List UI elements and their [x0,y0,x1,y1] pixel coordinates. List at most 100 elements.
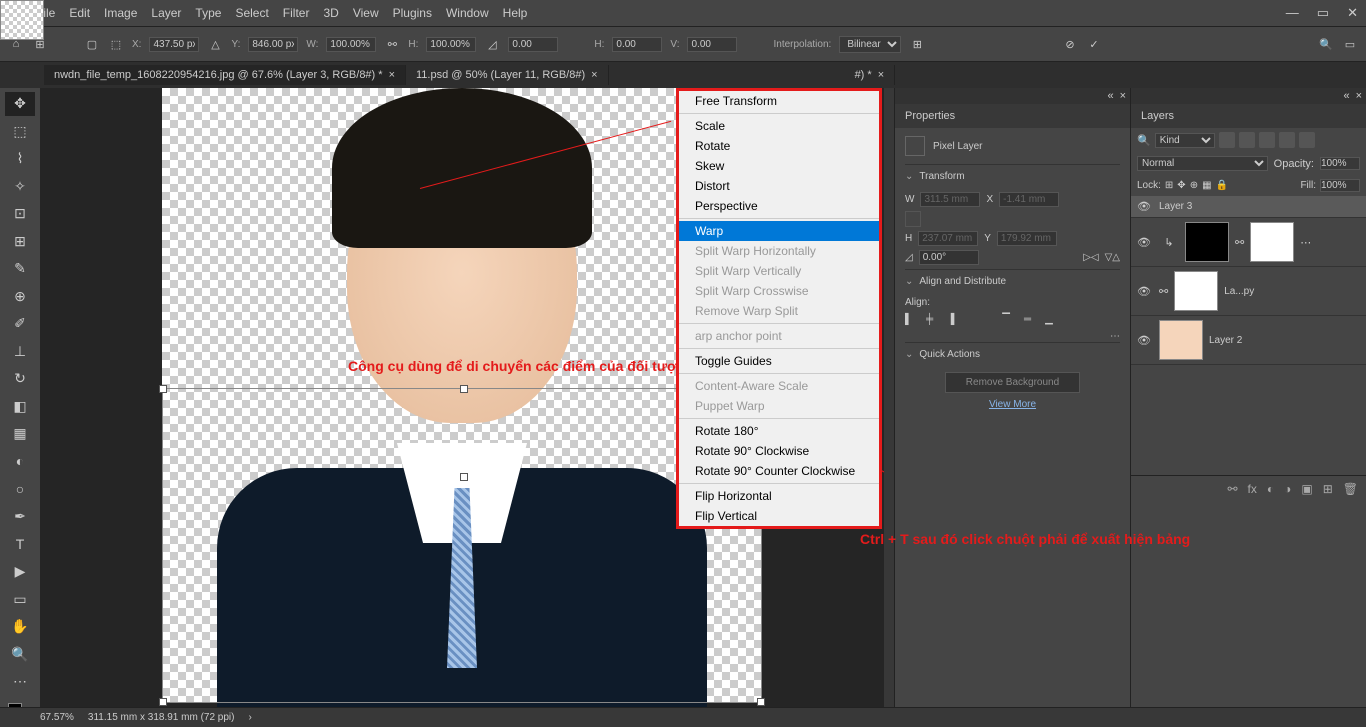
mask-link-icon[interactable]: ⚯ [1235,236,1244,249]
menu-edit[interactable]: Edit [69,6,90,20]
mask-thumb[interactable] [1174,271,1218,311]
cm-warp[interactable]: Warp [679,221,879,241]
y-input[interactable] [248,37,298,52]
align-center-h-icon[interactable]: ╪ [926,314,933,325]
filter-type-icon[interactable] [1259,132,1275,148]
menu-help[interactable]: Help [503,6,528,20]
status-chevron-icon[interactable]: › [248,712,251,723]
visibility-icon[interactable]: 👁 [1137,200,1153,213]
type-tool[interactable]: T [5,532,35,556]
brush-tool[interactable]: ✐ [5,312,35,336]
blur-tool[interactable]: ◐ [5,450,35,474]
h-input[interactable] [426,37,476,52]
fx-icon[interactable]: fx [1248,482,1257,496]
cm-distort[interactable]: Distort [679,176,879,196]
layer-item[interactable]: 👁 ⚯ La...py [1131,267,1366,316]
filter-adjust-icon[interactable] [1239,132,1255,148]
cm-rotate[interactable]: Rotate [679,136,879,156]
cm-rotate-90-ccw[interactable]: Rotate 90° Counter Clockwise [679,461,879,481]
adjustment-icon[interactable]: ◑ [1284,482,1291,496]
align-bottom-icon[interactable]: ▁ [1045,314,1053,325]
flip-h-icon[interactable]: ▷◁ [1083,252,1098,263]
filter-kind[interactable]: Kind [1155,133,1215,148]
cm-skew[interactable]: Skew [679,156,879,176]
visibility-icon[interactable]: 👁 [1137,236,1153,249]
layer-name[interactable]: Layer 3 [1159,201,1192,212]
link-icon[interactable]: ⚯ [384,36,400,52]
history-brush-tool[interactable]: ↻ [5,367,35,391]
layer-item[interactable]: 👁 Layer 3 [1131,196,1366,218]
healing-tool[interactable]: ⊕ [5,285,35,309]
cm-rotate-180[interactable]: Rotate 180° [679,421,879,441]
blend-mode[interactable]: Normal [1137,156,1268,171]
swap-icon[interactable]: △ [207,36,223,52]
collapse-icon[interactable]: « [1343,90,1349,102]
cm-flip-horizontal[interactable]: Flip Horizontal [679,486,879,506]
layer-name[interactable]: La...py [1224,286,1254,297]
search-icon[interactable]: 🔍 [1318,36,1334,52]
filter-shape-icon[interactable] [1279,132,1295,148]
mask-link-icon[interactable]: ⚯ [1159,285,1168,298]
layer-name[interactable]: Layer 2 [1209,335,1242,346]
minimize-icon[interactable]: — [1286,5,1299,21]
layer-thumb[interactable] [1185,222,1229,262]
tab-document-2[interactable]: 11.psd @ 50% (Layer 11, RGB/8#)× [406,65,609,85]
link-layers-icon[interactable]: ⚯ [1227,482,1237,496]
prop-w[interactable] [920,192,980,207]
lock-all-icon[interactable]: ⊞ [1165,180,1173,191]
remove-background-button[interactable]: Remove Background [945,372,1080,393]
align-right-icon[interactable]: ▐ [947,314,954,325]
pen-tool[interactable]: ✒ [5,505,35,529]
commit-transform-icon[interactable]: ✓ [1086,36,1102,52]
lasso-tool[interactable]: ⌇ [5,147,35,171]
lock-artboard-icon[interactable]: ▦ [1202,180,1211,191]
menu-image[interactable]: Image [104,6,137,20]
move-tool[interactable]: ✥ [5,92,35,116]
eraser-tool[interactable]: ◧ [5,395,35,419]
h2-input[interactable] [612,37,662,52]
layer-item[interactable]: 👁 ↳ ⚯ ⋯ [1131,218,1366,267]
cm-scale[interactable]: Scale [679,116,879,136]
align-top-icon[interactable]: ▔ [1002,314,1010,325]
x-input[interactable] [149,37,199,52]
prop-h[interactable] [918,231,978,246]
fill-input[interactable] [1320,179,1360,192]
w-input[interactable] [326,37,376,52]
maximize-icon[interactable]: ▭ [1317,5,1329,21]
opacity-input[interactable] [1320,157,1360,170]
layer-thumb[interactable] [1159,320,1203,360]
shape-tool[interactable]: ▭ [5,587,35,611]
menu-3d[interactable]: 3D [323,6,338,20]
visibility-icon[interactable]: 👁 [1137,334,1153,347]
stamp-tool[interactable]: ⊥ [5,340,35,364]
collapse-icon[interactable]: « [1107,90,1113,102]
workspace-icon[interactable]: ▭ [1342,36,1358,52]
crop-tool[interactable]: ⊡ [5,202,35,226]
flip-v-icon[interactable]: ▽△ [1105,252,1120,263]
path-select-tool[interactable]: ▶ [5,560,35,584]
menu-plugins[interactable]: Plugins [393,6,432,20]
link-wh-icon[interactable] [905,211,921,227]
tab-close-icon[interactable]: × [591,69,597,81]
align-left-icon[interactable]: ▌ [905,314,912,325]
dodge-tool[interactable]: ○ [5,477,35,501]
angle-input[interactable] [508,37,558,52]
prop-x[interactable] [999,192,1059,207]
menu-select[interactable]: Select [235,6,268,20]
edit-toolbar[interactable]: ⋯ [5,670,35,694]
group-icon[interactable]: ▣ [1301,482,1312,496]
quick-select-tool[interactable]: ✧ [5,175,35,199]
more-options-icon[interactable]: ⋯ [905,331,1120,342]
align-section[interactable]: Align and Distribute [919,276,1006,287]
panel-close-icon[interactable]: × [1120,90,1126,102]
alt-ref-icon[interactable]: ⬚ [108,36,124,52]
cancel-transform-icon[interactable]: ⊘ [1062,36,1078,52]
v-input[interactable] [687,37,737,52]
cm-rotate-90-cw[interactable]: Rotate 90° Clockwise [679,441,879,461]
quick-actions-section[interactable]: Quick Actions [919,349,980,360]
transform-section[interactable]: Transform [919,171,964,182]
lock-pos-icon[interactable]: ✥ [1177,180,1185,191]
eyedropper-tool[interactable]: ✎ [5,257,35,281]
tab-close-icon[interactable]: × [389,69,395,81]
cm-free-transform[interactable]: Free Transform [679,91,879,111]
